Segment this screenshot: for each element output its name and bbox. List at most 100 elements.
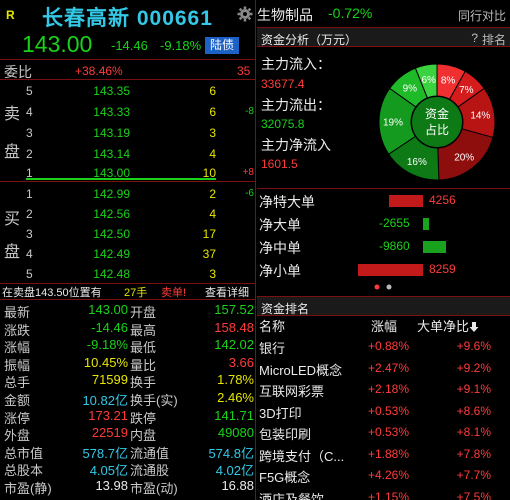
fund-ranking-title: 资金排名 [261, 302, 310, 316]
ranking-name: 3D打印 [259, 405, 302, 421]
donut-slice-label: 9% [403, 83, 418, 94]
stat-label: 换手 [130, 375, 157, 391]
donut-slice-label: 6% [421, 75, 436, 86]
stat-label: 开盘 [130, 305, 157, 320]
ranking-row[interactable]: F5G概念 +4.26% +7.7% [257, 465, 510, 486]
ranking-row[interactable]: 酒店及餐饮 +1.15% +7.5% [257, 487, 510, 500]
page-dot-active[interactable] [374, 284, 380, 290]
order-level: 5 [26, 84, 33, 98]
net-flow-label: 净特大单 [259, 194, 315, 210]
ranking-name: 互联网彩票 [259, 384, 325, 399]
order-volume: 4 [209, 147, 216, 161]
order-change: -6 [245, 188, 254, 199]
ranking-name: 跨境支付（C... [259, 448, 345, 464]
ranking-row[interactable]: 银行 +0.88% +9.6% [257, 336, 510, 357]
ranking-row[interactable]: 互联网彩票 +2.18% +9.1% [257, 379, 510, 400]
net-flow-row: 净大单 -2655 [257, 213, 510, 235]
order-price: 142.99 [93, 187, 130, 201]
col-name-header[interactable]: 名称 [259, 316, 285, 335]
sell-order-row[interactable]: 5 143.35 6 [0, 81, 256, 102]
ranking-change: +1.15% [367, 489, 409, 500]
ranking-change: +0.88% [367, 339, 409, 353]
stat-label: 跌停 [130, 410, 157, 426]
stat-value: 10.45% [83, 354, 128, 370]
sell-order-row[interactable]: 3 143.19 3 [0, 123, 256, 144]
last-price: 143.00 [22, 31, 93, 57]
stat-value: 22519 [91, 425, 128, 441]
stat-value: 49080 [217, 425, 254, 441]
stat-value: 574.8亿 [208, 445, 254, 461]
ranking-row[interactable]: 跨境支付（C... +1.88% +7.8% [257, 444, 510, 465]
stat-value: 71599 [91, 372, 128, 388]
stat-label: 涨跌 [4, 322, 31, 338]
donut-slice-label: 7% [459, 85, 474, 96]
stat-value: -14.46 [91, 319, 128, 335]
stat-label: 换手(实) [130, 393, 178, 408]
page-dots[interactable] [373, 283, 395, 291]
order-volume: 17 [202, 227, 216, 241]
net-flow-value: -2655 [379, 216, 410, 230]
main-inflow-value: 33677.4 [261, 77, 305, 91]
order-level: 2 [26, 147, 33, 161]
stat-value: 2.46% [217, 390, 254, 405]
ranking-netratio: +8.6% [456, 403, 491, 418]
stat-value: 1.78% [217, 372, 254, 388]
buy-order-row[interactable]: 3 142.50 17 [0, 224, 256, 245]
ranking-row[interactable]: 包装印刷 +0.53% +8.1% [257, 422, 510, 443]
peer-compare-link[interactable]: 同行对比 [458, 7, 506, 24]
buy-order-row[interactable]: 1 142.99 2 -6 [0, 184, 256, 205]
gear-icon[interactable] [237, 6, 253, 22]
stat-value: 158.48 [214, 319, 254, 335]
order-volume: 2 [209, 187, 216, 201]
weibi-pct: +38.46% [75, 64, 123, 78]
stat-value: 4.05亿 [89, 463, 128, 479]
order-volume: 3 [209, 126, 216, 140]
view-detail-link[interactable]: 查看详细 [205, 284, 249, 300]
stat-value: 173.21 [88, 407, 128, 423]
fund-panel: 生物制品 -0.72% 同行对比 资金分析（万元） ? 排名 主力流入： 336… [257, 0, 510, 500]
ranking-name: 包装印刷 [259, 427, 312, 442]
col-change-header[interactable]: 涨幅 [371, 316, 397, 335]
buy-order-row[interactable]: 5 142.48 3 [0, 264, 256, 285]
order-change: +8 [242, 167, 254, 178]
rank-link[interactable]: 排名 [482, 31, 506, 48]
stat-label: 最新 [4, 305, 31, 320]
stat-label: 市盈(静) [4, 481, 52, 496]
main-net-label: 主力净流入 [261, 137, 331, 153]
net-flow-label: 净大单 [259, 217, 301, 233]
col-netratio-header[interactable]: 大单净比 [417, 316, 479, 335]
stat-value: 3.66 [228, 354, 254, 370]
stat-value: 143.00 [88, 302, 128, 317]
sell-order-row[interactable]: 2 143.14 4 [0, 144, 256, 165]
help-icon[interactable]: ? [471, 31, 478, 45]
ranking-row[interactable]: 3D打印 +0.53% +8.6% [257, 401, 510, 422]
divider [0, 59, 256, 60]
stat-label: 外盘 [4, 428, 31, 444]
ranking-netratio: +9.2% [456, 360, 491, 375]
donut-slice-label: 20% [454, 153, 474, 164]
sort-desc-icon[interactable] [469, 322, 479, 332]
board-badge[interactable]: 陆债 [205, 37, 239, 54]
donut-slice-label: 14% [470, 110, 490, 121]
ranking-change: +2.47% [367, 360, 409, 375]
buy-order-row[interactable]: 4 142.49 37 [0, 244, 256, 265]
stock-title[interactable]: 长春高新 000661 [42, 2, 213, 32]
stat-label: 最低 [130, 340, 157, 356]
ranking-netratio: +7.8% [456, 446, 491, 461]
sell-order-row[interactable]: 4 143.33 6 -8 [0, 102, 256, 123]
net-flow-row: 净小单 8259 [257, 259, 510, 281]
sector-name[interactable]: 生物制品 [257, 5, 313, 25]
stat-label: 内盘 [130, 428, 157, 444]
buy-order-row[interactable]: 2 142.56 4 [0, 204, 256, 225]
stat-label: 振幅 [4, 357, 31, 373]
ranking-netratio: +9.1% [456, 382, 491, 396]
order-volume: 6 [209, 105, 216, 119]
net-flow-row: 净特大单 4256 [257, 190, 510, 212]
stat-label: 总市值 [4, 445, 44, 461]
order-price: 143.19 [93, 126, 130, 140]
page-dot[interactable] [386, 284, 392, 290]
ranking-row[interactable]: MicroLED概念 +2.47% +9.2% [257, 358, 510, 379]
net-flow-bar [423, 218, 429, 230]
weibi-diff: 35 [237, 64, 251, 78]
order-level: 5 [26, 267, 33, 281]
